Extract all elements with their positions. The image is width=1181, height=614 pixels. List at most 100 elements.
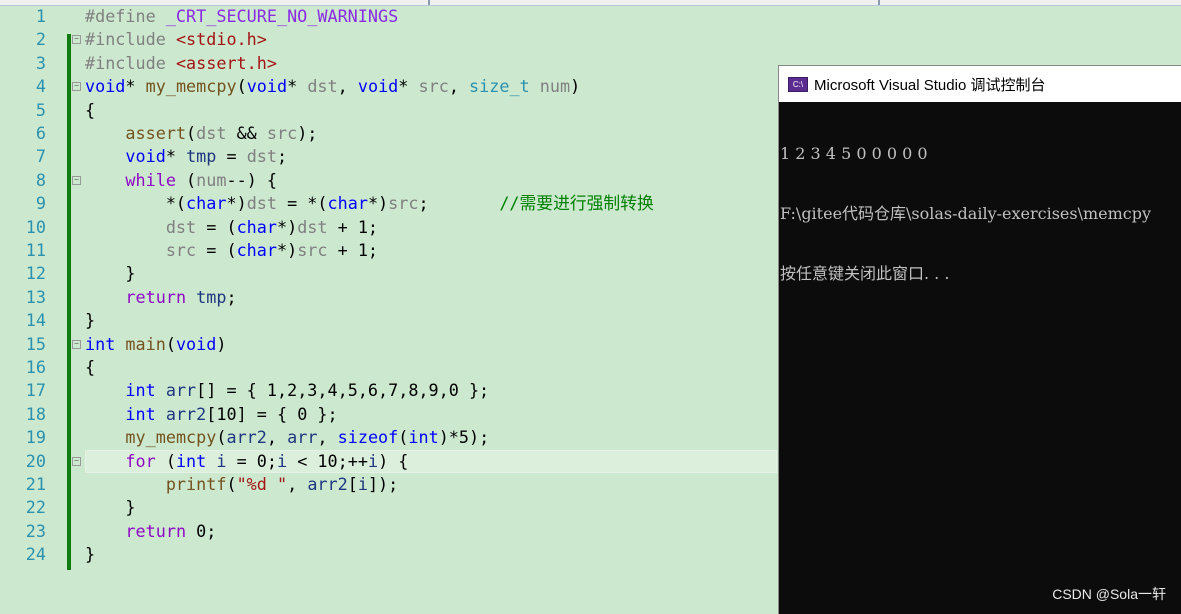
code-token: int (125, 403, 156, 424)
code-token: i (277, 450, 288, 471)
code-text: int arr[] = { 1,2,3,4,5,6,7,8,9,0 }; (85, 379, 489, 402)
code-text: } (85, 543, 95, 566)
code-line[interactable]: 12 } (0, 262, 776, 285)
code-line[interactable]: 23 return 0; (0, 520, 776, 543)
debug-console-window[interactable]: C:\ Microsoft Visual Studio 调试控制台 1 2 3 … (778, 65, 1181, 614)
code-line[interactable]: 22 } (0, 496, 776, 519)
code-token: my_memcpy (125, 427, 217, 448)
code-line[interactable]: 16 { (0, 356, 776, 379)
code-token: dst (307, 76, 338, 97)
code-line[interactable]: 15 − int main(void) (0, 333, 776, 356)
code-line[interactable]: 11 src = (char*)src + 1; (0, 239, 776, 262)
code-token: + 1; (327, 240, 379, 260)
code-token: = (216, 146, 247, 167)
code-line[interactable]: 7 void* tmp = dst; (0, 145, 776, 168)
code-text: printf("%d ", arr2[i]); (85, 473, 398, 496)
code-token: ( (165, 333, 176, 354)
code-token: ( (216, 427, 227, 448)
code-token: ; (418, 193, 500, 214)
line-number: 11 (25, 240, 46, 260)
code-token: #define (85, 6, 166, 26)
line-number: 21 (25, 474, 46, 494)
code-token: *) (226, 193, 247, 214)
code-token: _CRT_SECURE_NO_WARNINGS (165, 6, 399, 26)
code-token: , (266, 427, 288, 448)
code-line[interactable]: 24} (0, 543, 776, 566)
code-token: && (226, 123, 267, 143)
code-token: *) (276, 240, 298, 260)
code-token: * (125, 76, 146, 97)
code-token: , (317, 427, 338, 448)
code-token: *( (85, 193, 187, 214)
code-token: 0; (186, 520, 217, 541)
code-line[interactable]: 8 − while (num--) { (0, 169, 776, 192)
code-line[interactable]: 2 − #include <stdio.h> (0, 28, 776, 51)
console-line: 1 2 3 4 5 0 0 0 0 0 (780, 144, 928, 163)
code-line[interactable]: 1 #define _CRT_SECURE_NO_WARNINGS (0, 5, 776, 28)
code-line[interactable]: 4 − void* my_memcpy(void* dst, void* src, … (0, 75, 776, 98)
code-text: #include <assert.h> (85, 52, 277, 75)
code-token: void (357, 76, 399, 97)
code-token: [10] = { 0 }; (206, 403, 338, 424)
code-token: sizeof (337, 427, 399, 448)
code-token: int (125, 380, 156, 401)
line-number: 20 (25, 450, 46, 471)
code-text: } (85, 262, 135, 285)
line-number: 9 (35, 193, 46, 214)
line-number: 1 (35, 6, 46, 26)
code-line[interactable]: 20 − for (int i = 0;i < 10;++i) { (0, 449, 777, 473)
code-token: while (125, 169, 176, 190)
code-text: int arr2[10] = { 0 }; (85, 403, 338, 426)
code-token: char (236, 240, 277, 260)
code-token: )*5); (438, 427, 490, 448)
console-line: F:\gitee代码仓库\solas-daily-exercises\memcp… (780, 204, 1152, 223)
fold-toggle-icon[interactable]: − (72, 175, 81, 185)
code-token: dst (297, 216, 328, 237)
line-number: 5 (35, 99, 46, 120)
code-text: void* my_memcpy(void* dst, void* src, si… (85, 75, 580, 98)
code-token: < 10;++ (287, 450, 368, 471)
line-number: 3 (35, 52, 46, 73)
code-line[interactable]: 14} (0, 309, 776, 332)
code-line[interactable]: 5{ (0, 99, 776, 122)
code-token: arr2 (226, 427, 267, 448)
code-line[interactable]: 6 assert(dst && src); (0, 122, 776, 145)
code-line[interactable]: 19 my_memcpy(arr2, arr, sizeof(int)*5); (0, 426, 776, 449)
code-line[interactable]: 13 return tmp; (0, 286, 776, 309)
code-line[interactable]: 9 *(char*)dst = *(char*)src; //需要进行强制转换 (0, 192, 776, 215)
code-token: tmp (186, 146, 217, 167)
code-text: { (85, 99, 95, 122)
code-line[interactable]: 10 dst = (char*)dst + 1; (0, 216, 776, 239)
code-token: dst (246, 146, 277, 167)
fold-toggle-icon[interactable]: − (72, 456, 81, 466)
code-token: arr2 (307, 474, 348, 494)
code-token: void (175, 333, 217, 354)
code-line[interactable]: 21 printf("%d ", arr2[i]); (0, 473, 776, 496)
code-line[interactable]: 17 int arr[] = { 1,2,3,4,5,6,7,8,9,0 }; (0, 379, 776, 402)
code-token: ( (175, 169, 197, 190)
code-token: int (85, 333, 116, 354)
code-text: *(char*)dst = *(char*)src; //需要进行强制转换 (85, 192, 654, 215)
code-token: #include (85, 52, 176, 73)
fold-toggle-icon[interactable]: − (72, 35, 81, 45)
console-app-icon: C:\ (788, 76, 808, 92)
line-number: 22 (25, 497, 46, 518)
fold-toggle-icon[interactable]: − (72, 82, 81, 92)
code-text: for (int i = 0;i < 10;++i) { (85, 450, 408, 473)
code-token: ; (226, 286, 237, 307)
fold-toggle-icon[interactable]: − (72, 339, 81, 349)
code-token: src (266, 123, 298, 143)
code-text: return 0; (85, 520, 216, 543)
console-title-bar[interactable]: C:\ Microsoft Visual Studio 调试控制台 (779, 66, 1181, 102)
code-line[interactable]: 18 int arr2[10] = { 0 }; (0, 403, 776, 426)
code-token: + 1; (327, 216, 379, 237)
code-line[interactable]: 3 #include <assert.h> (0, 52, 776, 75)
code-token: src (297, 240, 328, 260)
line-number: 15 (25, 333, 46, 354)
